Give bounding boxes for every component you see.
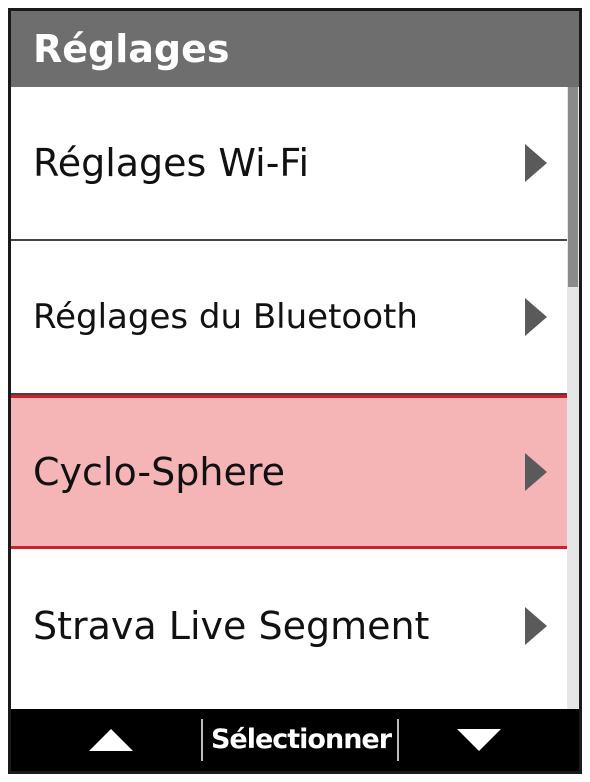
scrollbar[interactable] [567, 87, 579, 709]
menu-item-strava-live-segment[interactable]: Strava Live Segment [11, 549, 573, 703]
divider [397, 719, 399, 761]
divider [201, 719, 203, 761]
menu-item-label: Réglages Wi-Fi [33, 141, 310, 185]
triangle-up-icon[interactable] [89, 729, 133, 751]
menu-item-bluetooth-settings[interactable]: Réglages du Bluetooth [11, 241, 573, 395]
chevron-right-icon [525, 453, 547, 491]
menu-item-label: Réglages du Bluetooth [33, 297, 418, 337]
chevron-right-icon [525, 298, 547, 336]
scrollbar-thumb[interactable] [568, 87, 578, 287]
menu-item-label: Strava Live Segment [33, 604, 430, 648]
device-screen: Réglages Réglages Wi-Fi Réglages du Blue… [8, 8, 582, 774]
menu-item-label: Cyclo-Sphere [33, 450, 286, 494]
menu-item-wifi-settings[interactable]: Réglages Wi-Fi [11, 87, 573, 241]
settings-menu-list: Réglages Wi-Fi Réglages du Bluetooth Cyc… [11, 87, 573, 709]
page-title: Réglages [33, 27, 230, 71]
button-bar: Sélectionner [11, 709, 579, 771]
screen-header: Réglages [11, 11, 579, 87]
triangle-down-icon[interactable] [457, 729, 501, 751]
select-button[interactable]: Sélectionner [207, 709, 395, 771]
menu-item-cyclo-sphere[interactable]: Cyclo-Sphere [11, 395, 573, 549]
chevron-right-icon [525, 144, 547, 182]
chevron-right-icon [525, 607, 547, 645]
